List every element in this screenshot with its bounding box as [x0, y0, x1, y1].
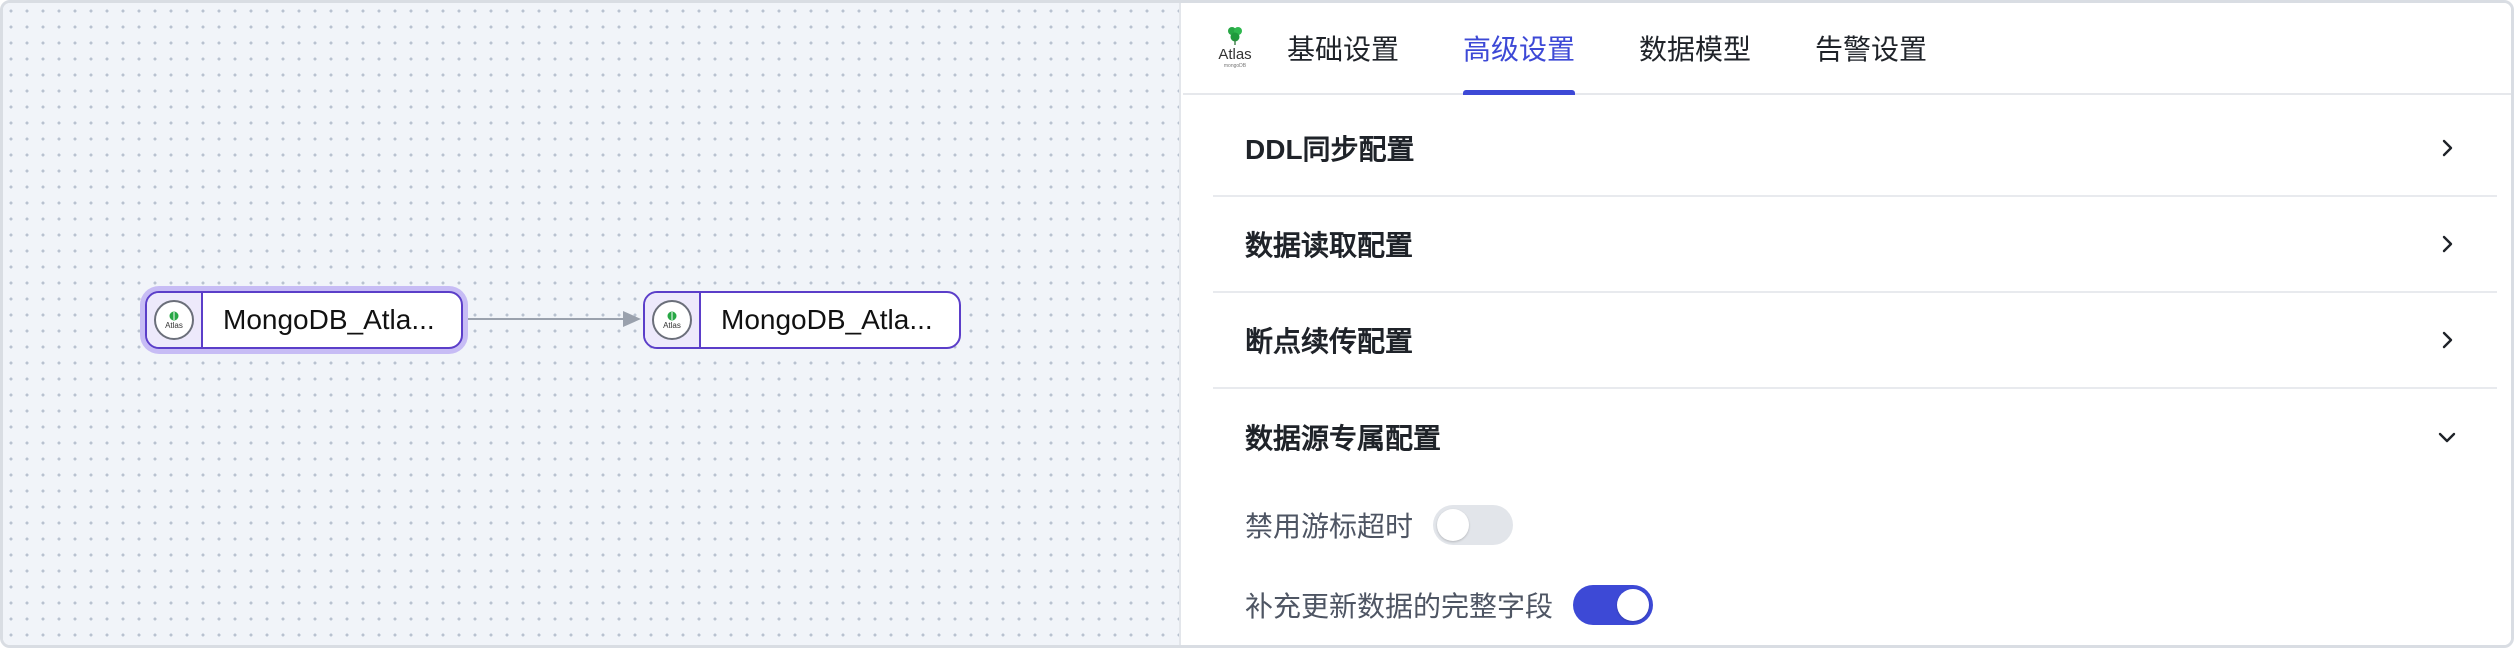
section-title: 数据读取配置	[1245, 230, 1414, 261]
leaf-icon	[1228, 27, 1242, 45]
atlas-icon-text: Atlas	[165, 320, 183, 330]
tab-data-model[interactable]: 数据模型	[1639, 29, 1751, 95]
chevron-down-icon	[2438, 432, 2456, 443]
node-label: MongoDB_Atla...	[721, 304, 933, 335]
tab-basic-settings[interactable]: 基础设置	[1287, 29, 1399, 95]
target-node[interactable]: Atlas MongoDB_Atla...	[643, 291, 961, 349]
section-ddl-sync[interactable]: DDL同步配置	[1213, 101, 2497, 197]
node-settings-panel: Atlas mongoDB 基础设置 高级设置 数据模型 告警设置 DDL同步配…	[1183, 3, 2511, 645]
atlas-icon: Atlas	[154, 300, 194, 340]
setting-label: 补充更新数据的完整字段	[1245, 591, 1554, 622]
logo-subtext: mongoDB	[1223, 63, 1247, 69]
setting-fill-full-fields: 补充更新数据的完整字段	[1245, 585, 1654, 625]
section-resume[interactable]: 断点续传配置	[1213, 293, 2497, 389]
chevron-right-icon	[2442, 235, 2453, 253]
section-title: 断点续传配置	[1245, 326, 1414, 357]
section-datasource-specific[interactable]: 数据源专属配置	[1213, 389, 2497, 485]
toggle-knob	[1437, 509, 1470, 541]
setting-label: 禁用游标超时	[1245, 511, 1414, 542]
node-label: MongoDB_Atla...	[223, 304, 435, 335]
section-data-read[interactable]: 数据读取配置	[1213, 197, 2497, 293]
node-icon-box: Atlas	[645, 293, 701, 347]
source-node[interactable]: Atlas MongoDB_Atla...	[145, 291, 463, 349]
section-title: DDL同步配置	[1245, 134, 1415, 165]
tab-bar: Atlas mongoDB 基础设置 高级设置 数据模型 告警设置	[1183, 3, 2511, 95]
chevron-right-icon	[2442, 331, 2453, 349]
setting-disable-cursor-timeout: 禁用游标超时	[1245, 505, 1514, 545]
atlas-icon: Atlas	[652, 300, 692, 340]
tab-advanced-settings[interactable]: 高级设置	[1463, 29, 1576, 95]
section-title: 数据源专属配置	[1245, 423, 1442, 454]
app-window: Atlas MongoDB_Atla... Atlas MongoDB_Atla…	[0, 0, 2514, 648]
full-fields-toggle[interactable]	[1573, 585, 1654, 625]
toggle-knob	[1617, 589, 1650, 621]
cursor-timeout-toggle[interactable]	[1433, 505, 1514, 545]
tab-alert-settings[interactable]: 告警设置	[1815, 29, 1927, 95]
chevron-right-icon	[2442, 139, 2453, 157]
atlas-logo-icon: Atlas mongoDB	[1215, 25, 1255, 73]
logo-text: Atlas	[1218, 46, 1252, 63]
dag-canvas[interactable]: Atlas MongoDB_Atla... Atlas MongoDB_Atla…	[3, 3, 1181, 645]
node-icon-box: Atlas	[147, 293, 203, 347]
atlas-icon-text: Atlas	[663, 320, 681, 330]
